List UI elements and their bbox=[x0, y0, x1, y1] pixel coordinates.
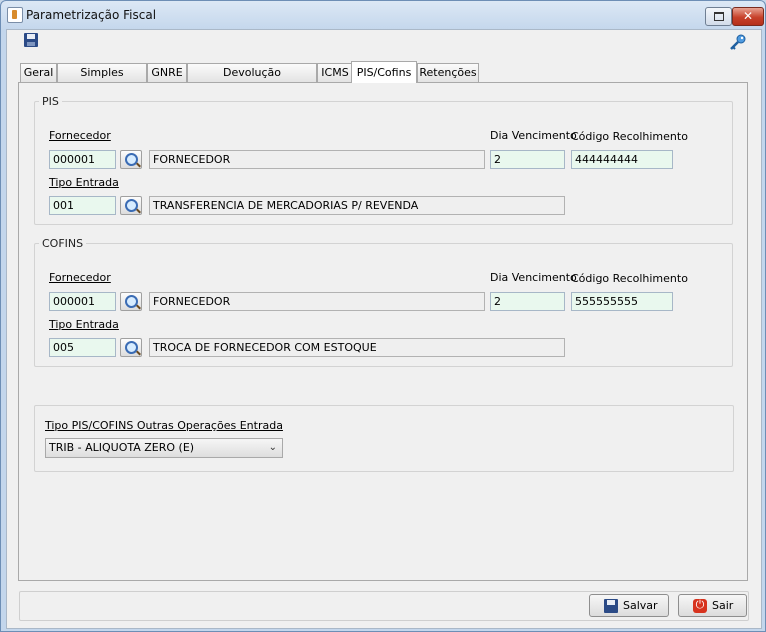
pis-fornecedor-code-input[interactable]: 000001 bbox=[49, 150, 116, 169]
outras-operacoes-select[interactable]: TRIB - ALIQUOTA ZERO (E) ⌄ bbox=[45, 438, 283, 458]
outras-operacoes-label: Tipo PIS/COFINS Outras Operações Entrada bbox=[45, 419, 283, 432]
title-bar[interactable]: Parametrização Fiscal bbox=[1, 1, 765, 29]
cofins-fornecedor-lookup-button[interactable] bbox=[120, 292, 142, 311]
cofins-fornecedor-label: Fornecedor bbox=[49, 271, 111, 284]
magnifier-icon bbox=[125, 295, 138, 308]
cofins-group: COFINS Fornecedor Dia Vencimento Código … bbox=[34, 237, 733, 367]
tab-gnre[interactable]: GNRE bbox=[147, 63, 187, 82]
pis-cofins-panel: PIS Fornecedor Dia Vencimento Código Rec… bbox=[18, 82, 748, 581]
cofins-tipo-entrada-lookup-button[interactable] bbox=[120, 338, 142, 357]
power-icon bbox=[693, 598, 707, 613]
pis-fornecedor-label: Fornecedor bbox=[49, 129, 111, 142]
java-app-icon bbox=[7, 7, 23, 23]
pis-dia-vencimento-label: Dia Vencimento bbox=[490, 129, 577, 142]
cofins-tipo-entrada-code-input[interactable]: 005 bbox=[49, 338, 116, 357]
outras-operacoes-selected-value: TRIB - ALIQUOTA ZERO (E) bbox=[49, 441, 195, 454]
client-area: Geral Simples Nacional GNRE Devolução Fo… bbox=[6, 29, 762, 629]
pis-tipo-entrada-label: Tipo Entrada bbox=[49, 176, 119, 189]
app-window: Parametrização Fiscal Geral Simples Naci… bbox=[0, 0, 766, 632]
exit-button[interactable]: Sair bbox=[678, 594, 747, 617]
save-button[interactable]: Salvar bbox=[589, 594, 669, 617]
pis-tipo-entrada-code-input[interactable]: 001 bbox=[49, 196, 116, 215]
pis-dia-vencimento-input[interactable]: 2 bbox=[490, 150, 565, 169]
pis-legend: PIS bbox=[42, 95, 59, 108]
pis-fornecedor-lookup-button[interactable] bbox=[120, 150, 142, 169]
cofins-tipo-entrada-desc-field: TROCA DE FORNECEDOR COM ESTOQUE bbox=[149, 338, 565, 357]
magnifier-icon bbox=[125, 341, 138, 354]
pis-fornecedor-name-field: FORNECEDOR bbox=[149, 150, 485, 169]
tab-pis-cofins[interactable]: PIS/Cofins bbox=[351, 61, 417, 83]
pis-codigo-recolhimento-input[interactable]: 444444444 bbox=[571, 150, 673, 169]
button-bar: Salvar Sair bbox=[19, 591, 749, 621]
save-button-label: Salvar bbox=[623, 599, 658, 612]
tab-icms[interactable]: ICMS bbox=[317, 63, 353, 82]
pis-codigo-recolhimento-label: Código Recolhimento bbox=[571, 130, 688, 143]
cofins-tipo-entrada-label: Tipo Entrada bbox=[49, 318, 119, 331]
cofins-legend: COFINS bbox=[42, 237, 84, 250]
close-button[interactable] bbox=[732, 7, 764, 26]
cofins-fornecedor-name-field: FORNECEDOR bbox=[149, 292, 485, 311]
restore-button[interactable] bbox=[705, 7, 732, 26]
magnifier-icon bbox=[125, 199, 138, 212]
pis-group: PIS Fornecedor Dia Vencimento Código Rec… bbox=[34, 95, 733, 225]
cofins-dia-vencimento-input[interactable]: 2 bbox=[490, 292, 565, 311]
toolbar-save-icon[interactable] bbox=[24, 33, 38, 47]
cofins-codigo-recolhimento-input[interactable]: 555555555 bbox=[571, 292, 673, 311]
cofins-fornecedor-code-input[interactable]: 000001 bbox=[49, 292, 116, 311]
pis-tipo-entrada-desc-field: TRANSFERENCIA DE MERCADORIAS P/ REVENDA bbox=[149, 196, 565, 215]
outras-operacoes-group: Tipo PIS/COFINS Outras Operações Entrada… bbox=[34, 405, 734, 472]
tab-devolucao-fornecedores[interactable]: Devolução Fornecedores bbox=[187, 63, 317, 97]
tab-retencoes[interactable]: Retenções bbox=[417, 63, 479, 82]
tab-simples-nacional[interactable]: Simples Nacional bbox=[57, 63, 147, 97]
chevron-down-icon: ⌄ bbox=[268, 442, 277, 453]
save-disk-icon bbox=[604, 599, 618, 613]
tab-geral[interactable]: Geral bbox=[20, 63, 57, 82]
pis-tipo-entrada-lookup-button[interactable] bbox=[120, 196, 142, 215]
magnifier-icon bbox=[125, 153, 138, 166]
window-title: Parametrização Fiscal bbox=[26, 8, 157, 22]
exit-button-label: Sair bbox=[712, 599, 734, 612]
cofins-codigo-recolhimento-label: Código Recolhimento bbox=[571, 272, 688, 285]
cofins-dia-vencimento-label: Dia Vencimento bbox=[490, 271, 577, 284]
key-icon[interactable] bbox=[729, 33, 747, 51]
